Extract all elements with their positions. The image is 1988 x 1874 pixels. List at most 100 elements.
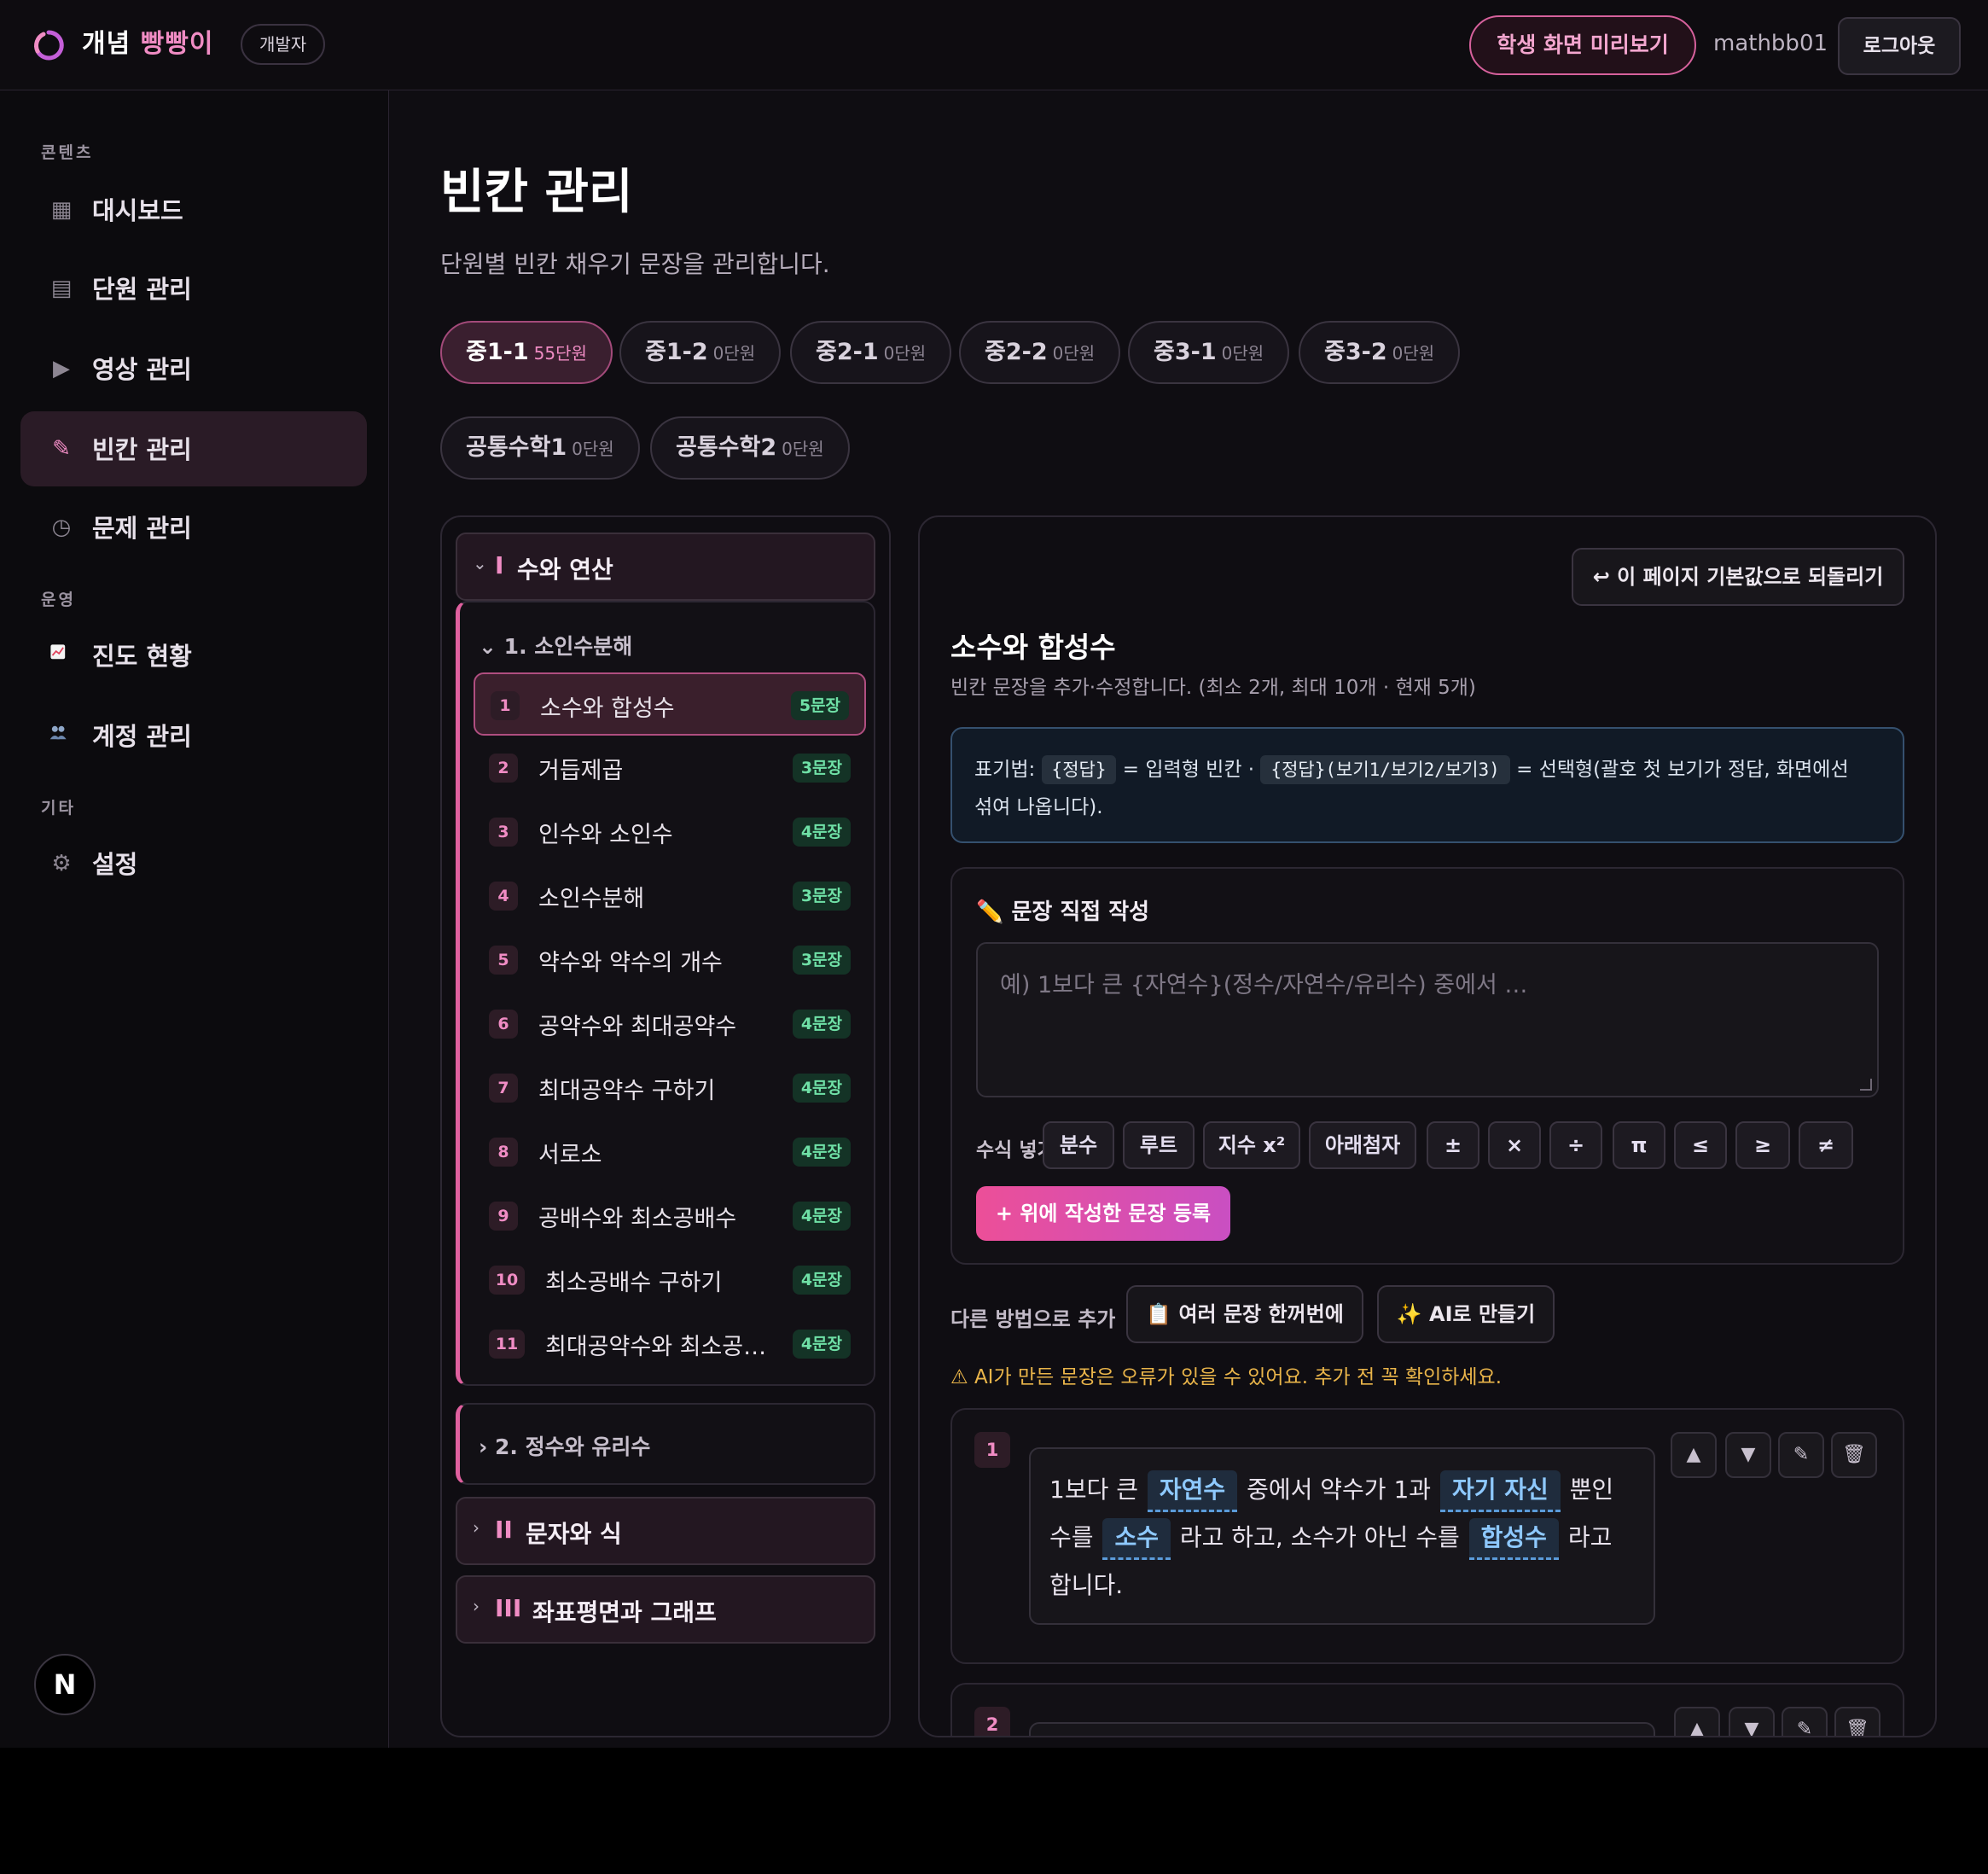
notation-text: 섞여 나옵니다). [974, 796, 1103, 818]
sparkles-icon: ✨ [1396, 1302, 1422, 1326]
move-up-button[interactable]: ▲ [1671, 1432, 1717, 1478]
sidebar-item-videos[interactable]: ▶ 영상 관리 [20, 331, 367, 406]
math-pi-button[interactable]: π [1613, 1121, 1665, 1169]
lesson-item[interactable]: 7 최대공약수 구하기 4문장 [474, 1056, 866, 1120]
lesson-name: 거듭제곱 [538, 758, 624, 784]
sentence-count-badge: 4문장 [792, 1138, 851, 1167]
math-times-button[interactable]: × [1488, 1121, 1541, 1169]
sentence-count-badge: 4문장 [792, 1010, 851, 1039]
grade-tab-m3-1[interactable]: 중3-1 0단원 [1128, 321, 1290, 384]
lesson-number: 10 [489, 1266, 525, 1295]
blank-answer[interactable]: 합성수 [1468, 1518, 1559, 1560]
grade-tab-name: 중3-2 [1324, 339, 1387, 365]
sentence-count-badge: 3문장 [792, 882, 851, 911]
mid-unit-header[interactable]: › 2. 정수와 유리수 [479, 1430, 650, 1461]
lesson-item[interactable]: 4 소인수분해 3문장 [474, 864, 866, 928]
math-ge-button[interactable]: ≥ [1735, 1121, 1790, 1169]
lesson-name: 최소공배수 구하기 [545, 1270, 723, 1296]
math-divide-button[interactable]: ÷ [1549, 1121, 1602, 1169]
roman-numeral: III [495, 1594, 522, 1622]
big-unit-2[interactable]: › II 문자와 식 [456, 1497, 875, 1565]
grade-tab-name: 중2-2 [985, 339, 1048, 365]
grade-tab-common1[interactable]: 공통수학1 0단원 [440, 416, 640, 480]
sidebar-item-settings[interactable]: ⚙ 설정 [20, 826, 367, 901]
lesson-item[interactable]: 2 거듭제곱 3문장 [474, 736, 866, 800]
notation-help-box: 표기법: {정답} = 입력형 빈칸 · {정답}(보기1/보기2/보기3) =… [950, 727, 1904, 843]
compose-title-text: 문장 직접 작성 [1011, 899, 1150, 925]
math-exponent-button[interactable]: 지수 x² [1203, 1121, 1300, 1169]
sidebar-item-label: 계정 관리 [92, 722, 192, 751]
compose-box: ✏️ 문장 직접 작성 예) 1보다 큰 {자연수}(정수/자연수/유리수) 중… [950, 867, 1904, 1265]
math-ne-button[interactable]: ≠ [1799, 1121, 1853, 1169]
grade-tab-m2-1[interactable]: 중2-1 0단원 [790, 321, 952, 384]
grade-tab-count: 0단원 [883, 343, 927, 364]
lesson-item[interactable]: 9 공배수와 최소공배수 4문장 [474, 1184, 866, 1248]
sidebar-item-progress[interactable]: 진도 현황 [20, 618, 367, 693]
math-le-button[interactable]: ≤ [1674, 1121, 1727, 1169]
sentence-textarea[interactable]: 예) 1보다 큰 {자연수}(정수/자연수/유리수) 중에서 … [976, 942, 1879, 1097]
lesson-number: 1 [491, 691, 520, 720]
username: mathbb01 [1713, 31, 1828, 56]
grade-tab-m2-2[interactable]: 중2-2 0단원 [959, 321, 1121, 384]
mid-unit-header[interactable]: ⌄ 1. 소인수분해 [479, 630, 632, 661]
sidebar-item-problems[interactable]: ◷ 문제 관리 [20, 490, 367, 565]
blank-answer[interactable]: 자기 자신 [1439, 1470, 1561, 1512]
math-plusminus-button[interactable]: ± [1427, 1121, 1479, 1169]
blank-answer[interactable]: 자연수 [1147, 1470, 1238, 1512]
math-subscript-button[interactable]: 아래첨자 [1309, 1121, 1416, 1169]
student-preview-button[interactable]: 학생 화면 미리보기 [1469, 15, 1696, 75]
sentence-count-badge: 4문장 [792, 1330, 851, 1359]
brand-part2: 빵빵이 [140, 29, 214, 59]
register-sentence-button[interactable]: + 위에 작성한 문장 등록 [976, 1186, 1230, 1241]
lesson-item[interactable]: 3 인수와 소인수 4문장 [474, 800, 866, 864]
resize-grip-icon[interactable] [1860, 1079, 1872, 1091]
delete-button[interactable]: 🗑 [1834, 1707, 1880, 1736]
grade-tab-m1-2[interactable]: 중1-2 0단원 [619, 321, 782, 384]
grade-tab-m1-1[interactable]: 중1-1 55단원 [440, 321, 613, 384]
move-down-button[interactable]: ▼ [1729, 1707, 1775, 1736]
logout-button[interactable]: 로그아웃 [1838, 17, 1961, 75]
lesson-item[interactable]: 8 서로소 4문장 [474, 1120, 866, 1184]
pencil-icon: ✎ [52, 436, 71, 462]
ai-generate-button[interactable]: ✨ AI로 만들기 [1377, 1285, 1555, 1343]
bulk-add-button[interactable]: 📋 여러 문장 한꺼번에 [1126, 1285, 1363, 1343]
edit-button[interactable]: ✎ [1778, 1432, 1824, 1478]
lesson-item[interactable]: 10 최소공배수 구하기 4문장 [474, 1248, 866, 1312]
lesson-item[interactable]: 6 공약수와 최대공약수 4문장 [474, 992, 866, 1056]
math-root-button[interactable]: 루트 [1123, 1121, 1195, 1169]
sidebar-item-accounts[interactable]: 계정 관리 [20, 698, 367, 773]
chart-icon [50, 644, 66, 660]
move-down-button[interactable]: ▼ [1725, 1432, 1771, 1478]
lesson-item[interactable]: 1 소수와 합성수 5문장 [474, 672, 866, 736]
mid-unit-2[interactable]: › 2. 정수와 유리수 [456, 1403, 875, 1485]
brand-name[interactable]: 개념 빵빵이 [82, 22, 213, 60]
grade-tab-m3-2[interactable]: 중3-2 0단원 [1299, 321, 1461, 384]
big-unit-3[interactable]: › III 좌표평면과 그래프 [456, 1575, 875, 1644]
lesson-name: 서로소 [538, 1142, 602, 1168]
mid-unit-title: 1. 소인수분해 [503, 634, 633, 659]
sentence-body [1029, 1722, 1655, 1736]
delete-button[interactable]: 🗑 [1831, 1432, 1877, 1478]
big-unit-1[interactable]: ⌄ I 수와 연산 [456, 533, 875, 601]
next-dev-badge[interactable]: N [34, 1654, 96, 1715]
blank-answer[interactable]: 소수 [1102, 1518, 1171, 1560]
reset-page-button[interactable]: ↩ 이 페이지 기본값으로 되돌리기 [1572, 548, 1904, 606]
chevron-right-icon: › [479, 1435, 488, 1459]
sentence-text: 라고 하고, 소수가 아닌 수를 [1179, 1523, 1460, 1551]
move-up-button[interactable]: ▲ [1674, 1707, 1720, 1736]
sentence-body: 1보다 큰 자연수 중에서 약수가 1과 자기 자신 뿐인 수를 소수 라고 하… [1029, 1447, 1655, 1625]
lesson-name: 최대공약수와 최소공… [545, 1334, 767, 1360]
sidebar-item-blanks[interactable]: ✎ 빈칸 관리 [20, 411, 367, 486]
lesson-number: 7 [489, 1074, 518, 1103]
chevron-down-icon: ⌄ [479, 634, 497, 659]
edit-button[interactable]: ✎ [1782, 1707, 1828, 1736]
lesson-item[interactable]: 5 약수와 약수의 개수 3문장 [474, 928, 866, 992]
math-fraction-button[interactable]: 분수 [1043, 1121, 1114, 1169]
sidebar-item-dashboard[interactable]: ▦ 대시보드 [20, 172, 367, 247]
grade-tab-common2[interactable]: 공통수학2 0단원 [650, 416, 850, 480]
grade-tab-count: 0단원 [1221, 343, 1264, 364]
section-label-contents: 콘텐츠 [41, 143, 94, 162]
grid-icon: ▦ [50, 197, 73, 223]
lesson-item[interactable]: 11 최대공약수와 최소공… 4문장 [474, 1312, 866, 1376]
sidebar-item-units[interactable]: ▤ 단원 관리 [20, 251, 367, 326]
